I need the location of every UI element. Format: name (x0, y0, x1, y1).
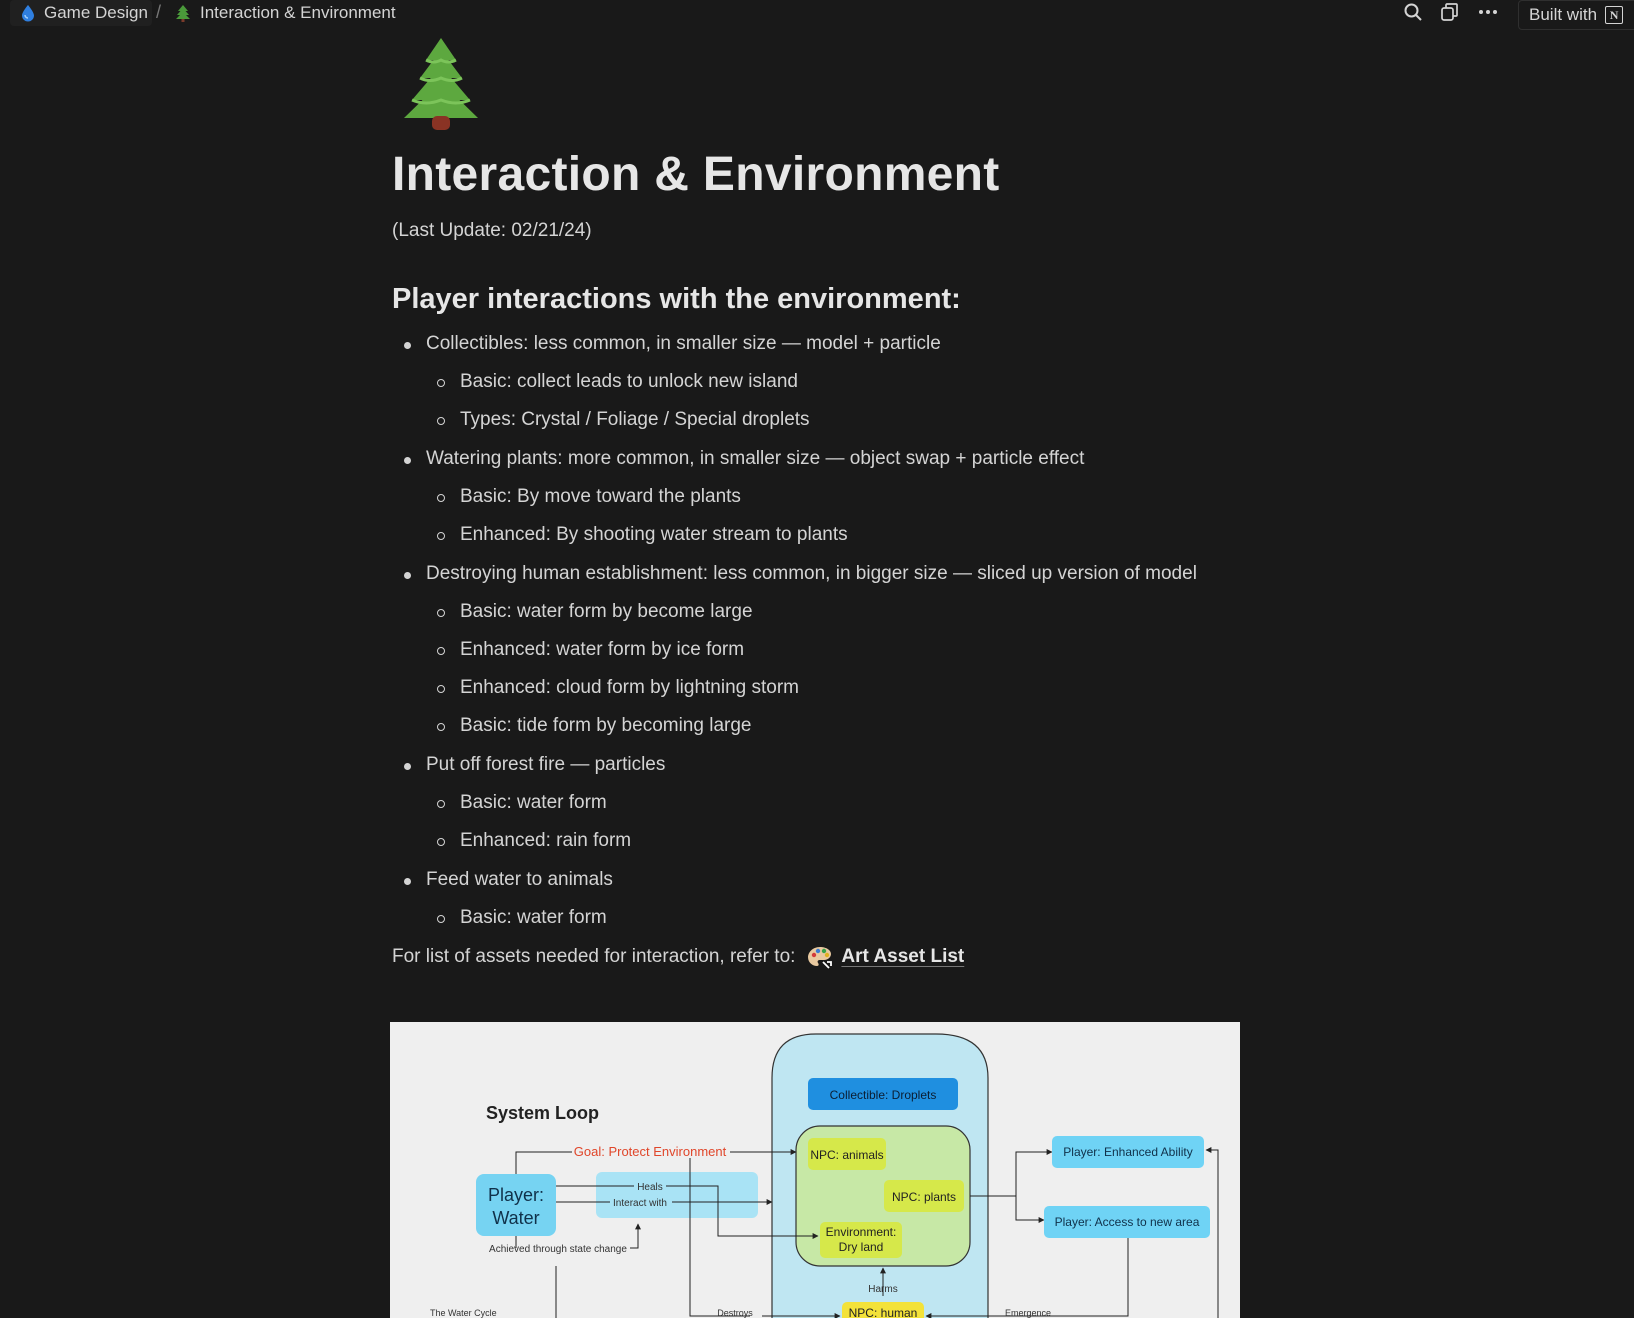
section-heading: Player interactions with the environment… (392, 283, 961, 315)
collectible-label: Collectible: Droplets (830, 1088, 937, 1102)
breadcrumb-current-page[interactable]: Interaction & Environment (176, 0, 396, 26)
list-item: Basic: tide form by becoming large (437, 715, 752, 737)
list-item-text: Put off forest fire — particles (426, 754, 666, 775)
bullet-icon (437, 838, 445, 846)
duplicate-icon[interactable] (1440, 2, 1460, 22)
goal-line (515, 1151, 572, 1174)
list-item: Basic: water form (437, 907, 607, 929)
list-item: Feed water to animals (404, 869, 613, 891)
heals-label: Heals (637, 1182, 663, 1193)
water-cycle-label: The Water Cycle (430, 1308, 497, 1318)
bullet-icon (404, 878, 411, 885)
list-item: Destroying human establishment: less com… (404, 563, 1197, 585)
water-drop-icon (22, 5, 34, 22)
npc-animals-label: NPC: animals (810, 1148, 883, 1162)
breadcrumb-page-label: Interaction & Environment (200, 3, 396, 22)
system-loop-diagram: System Loop Collectible: Droplets NPC: a… (390, 1022, 1240, 1318)
goal-label: Goal: Protect Environment (574, 1144, 727, 1159)
system-loop-svg: System Loop Collectible: Droplets NPC: a… (430, 1033, 1219, 1318)
list-item: Basic: water form by become large (437, 601, 753, 623)
reference-text: For list of assets needed for interactio… (392, 946, 796, 967)
bullet-icon (404, 457, 411, 464)
achieved-label: Achieved through state change (489, 1244, 627, 1255)
list-item-text: Watering plants: more common, in smaller… (426, 448, 1085, 469)
tree-page-icon[interactable] (398, 36, 484, 130)
list-item-text: Enhanced: rain form (460, 830, 632, 851)
interact-label: Interact with (613, 1198, 667, 1209)
list-item-text: Enhanced: water form by ice form (460, 639, 745, 660)
notion-logo-icon: N (1605, 6, 1624, 24)
list-item: Basic: water form (437, 792, 607, 814)
enhanced-ability-label: Player: Enhanced Ability (1063, 1145, 1192, 1159)
list-item-text: Basic: water form (460, 792, 607, 813)
list-item: Enhanced: By shooting water stream to pl… (437, 524, 848, 546)
asset-reference-line: For list of assets needed for interactio… (392, 945, 964, 969)
npc-human-label: NPC: human (849, 1306, 918, 1318)
top-bar: Game Design / Interaction & Environment … (0, 0, 1634, 30)
breadcrumb-home[interactable]: Game Design (10, 0, 152, 26)
environment-label-2: Dry land (839, 1240, 884, 1254)
bullet-icon (437, 609, 445, 617)
achieved-arrow (630, 1223, 641, 1249)
list-item-text: Enhanced: By shooting water stream to pl… (460, 524, 848, 545)
npc-plants-label: NPC: plants (892, 1190, 956, 1204)
list-item: Basic: collect leads to unlock new islan… (437, 371, 798, 393)
list-item: Types: Crystal / Foliage / Special dropl… (437, 409, 810, 431)
list-item: Watering plants: more common, in smaller… (404, 448, 1085, 470)
built-with-label: Built with (1529, 5, 1598, 24)
tree-icon (176, 5, 190, 22)
harms-label: Harms (868, 1284, 897, 1295)
list-item-text: Basic: water form by become large (460, 601, 753, 622)
list-item-text: Collectibles: less common, in smaller si… (426, 333, 941, 354)
list-item-text: Basic: water form (460, 907, 607, 928)
bullet-icon (437, 915, 445, 923)
list-item-text: Basic: tide form by becoming large (460, 715, 752, 736)
list-item: Enhanced: rain form (437, 830, 632, 852)
list-item-text: Enhanced: cloud form by lightning storm (460, 677, 800, 698)
last-update-text: (Last Update: 02/21/24) (392, 220, 592, 241)
list-item: Enhanced: water form by ice form (437, 639, 745, 661)
bullet-icon (404, 763, 411, 770)
destroys-label: Destroys (717, 1308, 753, 1318)
bullet-icon (437, 800, 445, 808)
bullet-icon (404, 572, 411, 579)
environment-label-1: Environment: (826, 1225, 897, 1239)
list-item-text: Feed water to animals (426, 869, 613, 890)
bullet-icon (437, 647, 445, 655)
list-item: Put off forest fire — particles (404, 754, 666, 776)
breadcrumb-separator: / (156, 2, 162, 22)
bullet-icon (437, 494, 445, 502)
action-box (596, 1172, 758, 1218)
list-item: Collectibles: less common, in smaller si… (404, 333, 941, 355)
bullet-icon (437, 379, 445, 387)
page-title: Interaction & Environment (392, 148, 1000, 201)
list-item-text: Basic: By move toward the plants (460, 486, 741, 507)
list-item: Basic: By move toward the plants (437, 486, 741, 508)
bullet-icon (437, 723, 445, 731)
access-new-area-label: Player: Access to new area (1055, 1215, 1200, 1229)
bullet-icon (404, 342, 411, 349)
bullet-icon (437, 532, 445, 540)
access-arrow (1015, 1196, 1045, 1223)
emergence-label: Emergence (1005, 1308, 1051, 1318)
art-asset-list-link[interactable]: Art Asset List (841, 946, 964, 968)
diagram-title: System Loop (486, 1103, 599, 1123)
list-item: Enhanced: cloud form by lightning storm (437, 677, 800, 699)
palette-icon (808, 947, 833, 969)
more-options-icon[interactable] (1478, 2, 1498, 22)
list-item-text: Destroying human establishment: less com… (426, 563, 1197, 584)
bullet-icon (437, 417, 445, 425)
breadcrumb-home-label: Game Design (44, 3, 148, 22)
list-item-text: Types: Crystal / Foliage / Special dropl… (460, 409, 810, 430)
search-icon[interactable] (1403, 2, 1423, 22)
player-label-2: Water (492, 1208, 539, 1228)
built-with-notion-button[interactable]: Built with N (1518, 0, 1634, 30)
bullet-icon (437, 685, 445, 693)
player-label-1: Player: (488, 1185, 544, 1205)
list-item-text: Basic: collect leads to unlock new islan… (460, 371, 798, 392)
